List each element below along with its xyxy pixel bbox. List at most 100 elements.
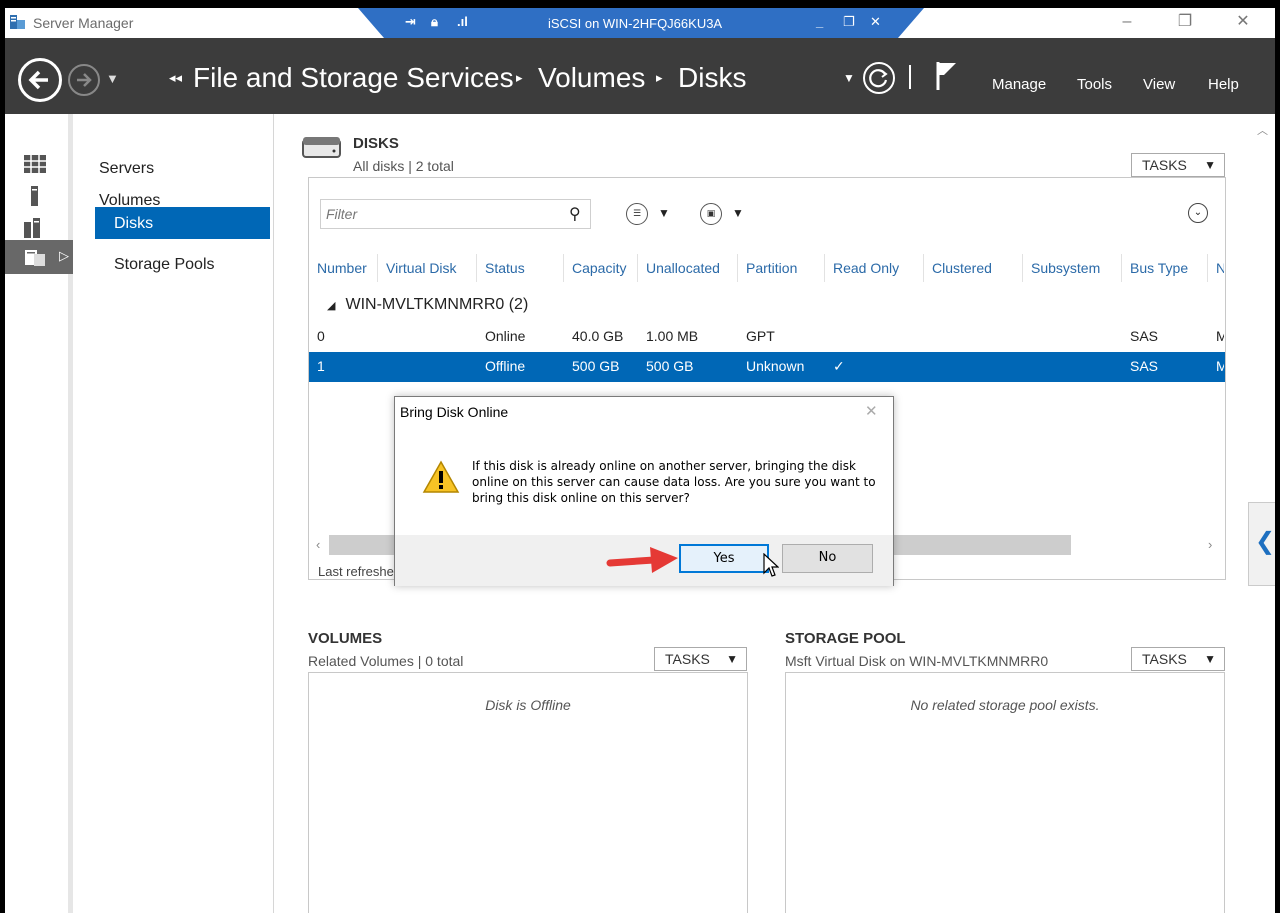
column-divider[interactable] [377, 254, 378, 282]
cell-bus-type: SAS [1130, 358, 1159, 374]
server-manager-icon [10, 15, 25, 29]
history-dropdown-icon[interactable]: ▼ [106, 71, 119, 86]
restore-button[interactable]: ❐ [1165, 11, 1205, 35]
notifications-flag-icon[interactable] [934, 60, 960, 92]
minimize-button[interactable]: – [1107, 11, 1147, 35]
column-divider[interactable] [923, 254, 924, 282]
col-status[interactable]: Status [485, 260, 525, 276]
col-virtual-disk[interactable]: Virtual Disk [386, 260, 457, 276]
nav-item-storage-pools[interactable]: Storage Pools [114, 256, 215, 274]
column-divider[interactable] [1121, 254, 1122, 282]
rail-item-file-storage[interactable]: ▷ [5, 240, 73, 274]
col-partition[interactable]: Partition [746, 260, 797, 276]
arrow-left-icon [28, 70, 48, 90]
dashboard-icon[interactable] [23, 154, 47, 174]
rdp-title: iSCSI on WIN-2HFQJ66KU3A [548, 16, 723, 31]
back-button[interactable] [18, 58, 62, 102]
breadcrumb-file-and-storage[interactable]: File and Storage Services [193, 62, 514, 94]
cell-capacity: 40.0 GB [572, 328, 624, 344]
last-refreshed-text: Last refreshe [318, 564, 394, 579]
scroll-right-icon[interactable]: › [1208, 537, 1212, 552]
arrow-right-icon [77, 73, 92, 87]
breadcrumb-separator-icon: ▸ [516, 70, 523, 85]
disk-drive-icon [302, 137, 341, 158]
menu-help[interactable]: Help [1208, 76, 1239, 93]
column-divider[interactable] [1022, 254, 1023, 282]
col-subsystem[interactable]: Subsystem [1031, 260, 1100, 276]
search-icon[interactable]: ⚲ [569, 204, 581, 224]
cell-name: M [1216, 358, 1224, 374]
chevron-down-icon: ▼ [726, 652, 738, 666]
volumes-empty-message: Disk is Offline [485, 697, 571, 713]
column-divider[interactable] [824, 254, 825, 282]
local-server-icon[interactable] [23, 186, 47, 206]
refresh-button[interactable] [863, 62, 895, 94]
column-divider[interactable] [476, 254, 477, 282]
server-group-row[interactable]: ◢ WIN-MVLTKMNMRR0 (2) [327, 296, 528, 314]
no-button[interactable]: No [782, 544, 873, 573]
forward-button[interactable] [68, 64, 100, 96]
cell-number: 1 [317, 358, 325, 374]
navigation-panel: Servers Volumes Disks Storage Pools [78, 114, 274, 913]
volumes-tasks-button[interactable]: TASKS ▼ [654, 647, 747, 671]
chevron-down-icon[interactable]: ▼ [732, 206, 744, 220]
header-bar: ▼ ◂◂ File and Storage Services ▸ Volumes… [5, 38, 1275, 114]
chevron-down-icon[interactable]: ▼ [658, 206, 670, 220]
col-name[interactable]: N [1216, 260, 1224, 276]
nav-item-disks[interactable]: Disks [95, 207, 270, 239]
nav-item-servers[interactable]: Servers [99, 160, 154, 178]
column-divider[interactable] [637, 254, 638, 282]
rdp-restore-icon[interactable]: ❐ [843, 14, 855, 30]
expand-arrow-icon: ▷ [59, 248, 69, 263]
breadcrumb-volumes[interactable]: Volumes [538, 62, 645, 94]
volumes-subtitle: Related Volumes | 0 total [308, 653, 464, 669]
column-divider[interactable] [737, 254, 738, 282]
pin-icon[interactable]: ⇥ [405, 14, 416, 30]
storage-pool-tasks-button[interactable]: TASKS ▼ [1131, 647, 1225, 671]
signal-icon: .ıl [457, 14, 468, 29]
breadcrumb-dropdown-icon[interactable]: ▼ [843, 71, 855, 85]
collapse-triangle-icon[interactable]: ◢ [327, 300, 335, 312]
header-divider [909, 65, 911, 89]
rdp-minimize-icon[interactable]: _ [816, 14, 823, 29]
col-capacity[interactable]: Capacity [572, 260, 626, 276]
column-divider[interactable] [563, 254, 564, 282]
filter-input[interactable]: Filter [320, 199, 591, 229]
col-unallocated[interactable]: Unallocated [646, 260, 720, 276]
column-divider[interactable] [1207, 254, 1208, 282]
scroll-up-icon[interactable]: ︿ [1257, 122, 1268, 138]
list-options-icon[interactable]: ☰ [626, 203, 648, 225]
side-panel-tab[interactable]: ❮ [1248, 502, 1275, 586]
menu-tools[interactable]: Tools [1077, 76, 1112, 93]
col-number[interactable]: Number [317, 260, 367, 276]
close-button[interactable]: ✕ [1223, 11, 1263, 35]
cell-status: Online [485, 328, 526, 344]
col-bus-type[interactable]: Bus Type [1130, 260, 1188, 276]
dialog-close-icon[interactable]: ✕ [865, 402, 878, 420]
storage-pool-panel: No related storage pool exists. [785, 672, 1225, 913]
menu-manage[interactable]: Manage [992, 76, 1046, 93]
dialog-message: If this disk is already online on anothe… [472, 459, 876, 505]
storage-pool-subtitle: Msft Virtual Disk on WIN-MVLTKMNMRR0 [785, 653, 1049, 669]
table-row-selected[interactable]: 1 Offline 500 GB 500 GB Unknown ✓ SAS M [309, 352, 1225, 382]
chevron-down-icon: ▼ [1204, 158, 1216, 172]
breadcrumb-separator-icon: ▸ [656, 70, 663, 85]
save-query-icon[interactable]: ▣ [700, 203, 722, 225]
tasks-label: TASKS [1142, 157, 1187, 173]
file-storage-icon [25, 250, 45, 266]
breadcrumb-collapse-icon[interactable]: ◂◂ [169, 70, 182, 86]
rdp-close-icon[interactable]: ✕ [870, 14, 881, 30]
disks-tasks-button[interactable]: TASKS ▼ [1131, 153, 1225, 177]
warning-icon [422, 460, 460, 493]
yes-button[interactable]: Yes [679, 544, 769, 573]
scroll-left-icon[interactable]: ‹ [316, 537, 320, 552]
dialog-title: Bring Disk Online [400, 404, 509, 420]
all-servers-icon[interactable] [23, 218, 47, 238]
disks-section-title: DISKS [353, 135, 399, 152]
server-group-label: WIN-MVLTKMNMRR0 (2) [345, 296, 529, 313]
col-read-only[interactable]: Read Only [833, 260, 899, 276]
collapse-expand-icon[interactable]: ⌄ [1188, 203, 1208, 223]
col-clustered[interactable]: Clustered [932, 260, 992, 276]
menu-view[interactable]: View [1143, 76, 1175, 93]
cell-partition: Unknown [746, 358, 805, 374]
